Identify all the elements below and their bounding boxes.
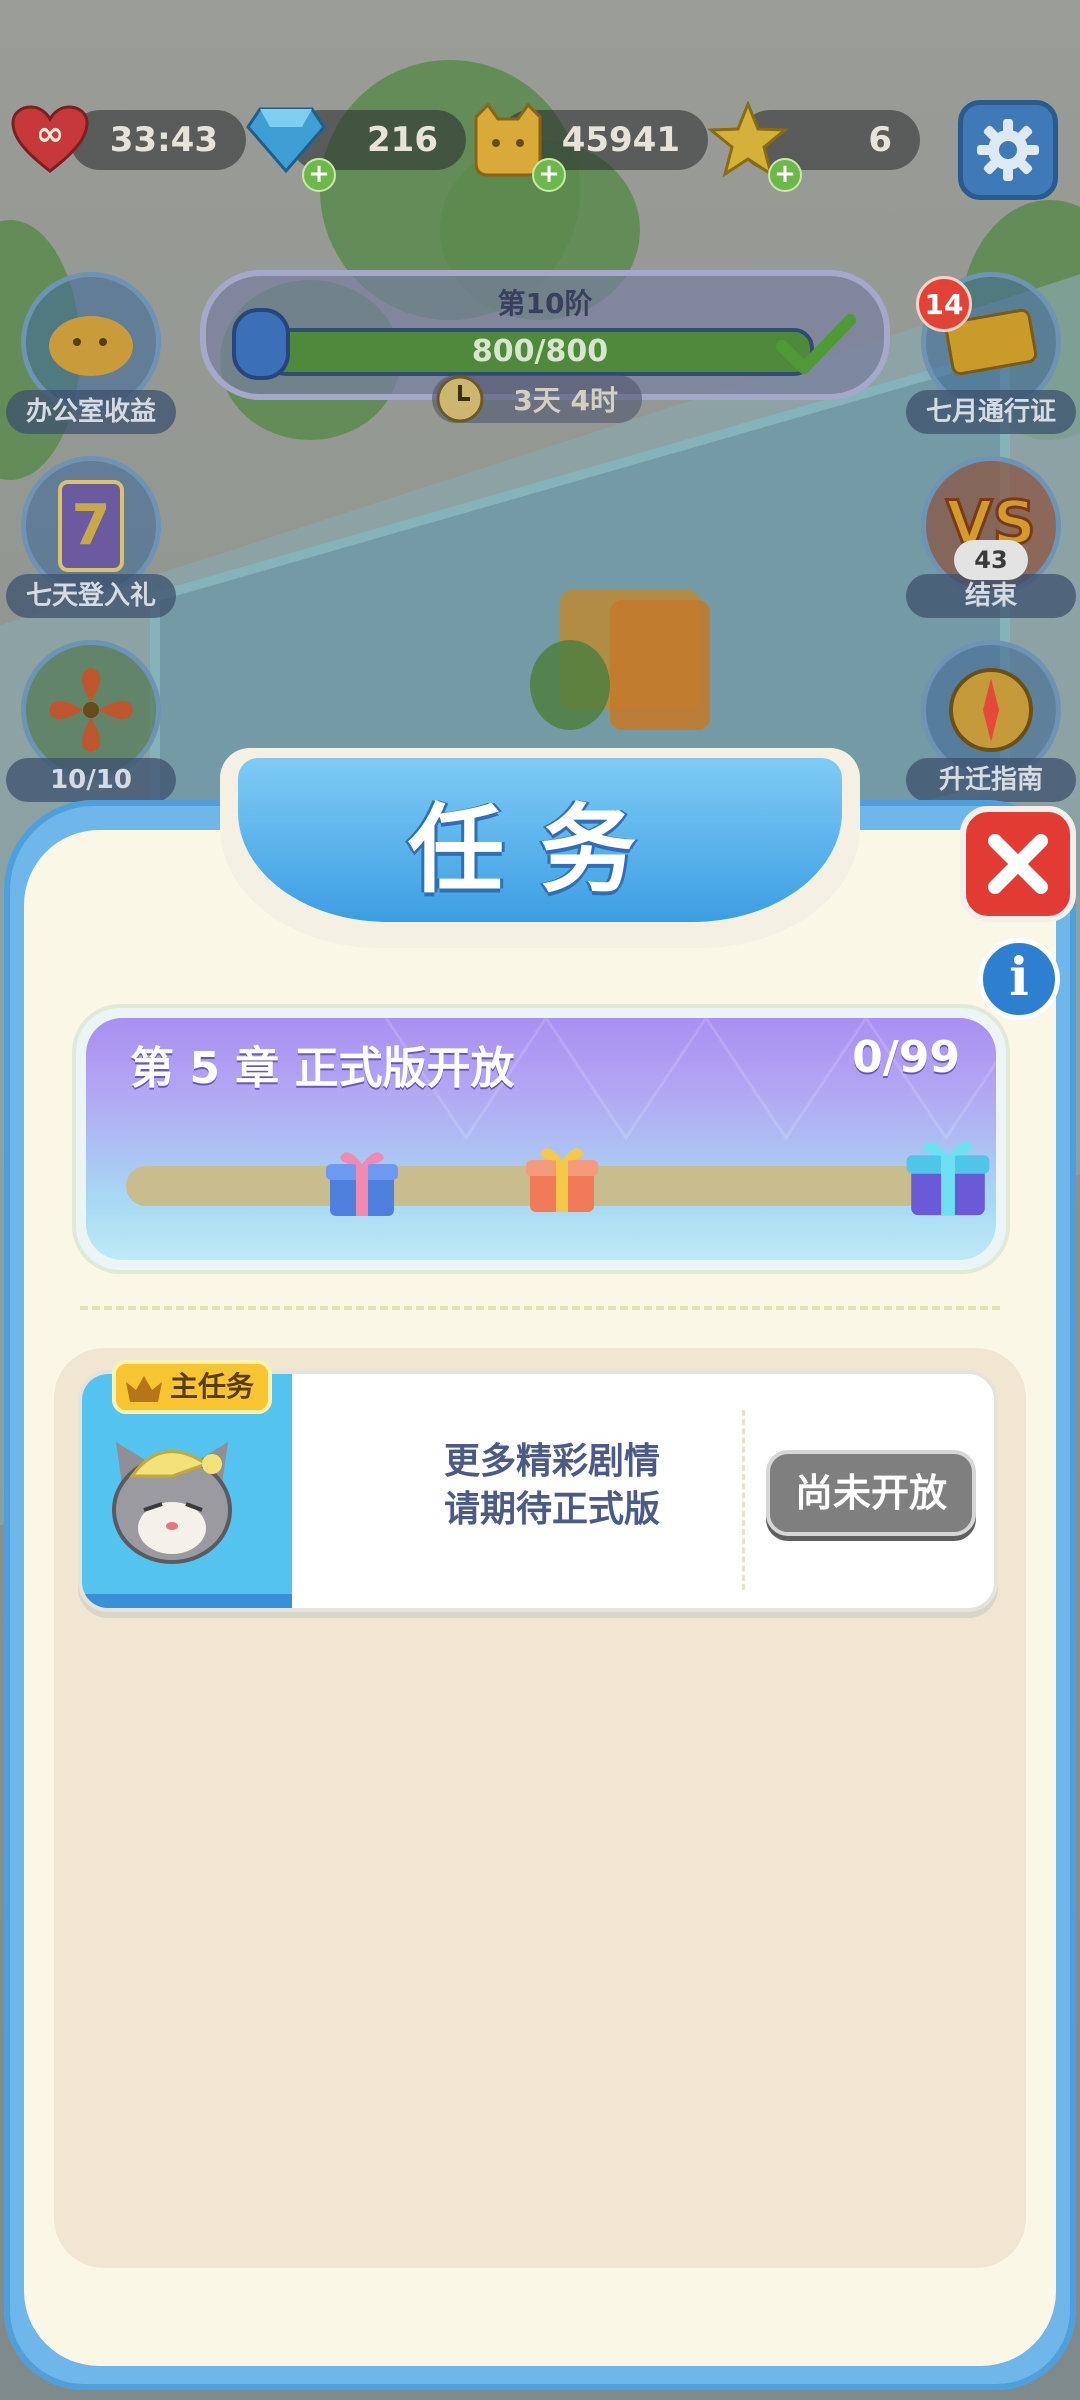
versus-event-button[interactable]: VS 43 结束 [906, 456, 1076, 618]
clock-icon [436, 375, 484, 423]
coins-value: 45941 [561, 120, 680, 160]
stage-timer: 3天 4时 [432, 375, 642, 423]
stars-value: 6 [868, 120, 892, 160]
section-divider [80, 1306, 1000, 1310]
gift-box-orange-icon[interactable] [522, 1138, 602, 1218]
add-stars-button[interactable]: + [768, 158, 802, 192]
gift-box-big-icon[interactable] [902, 1130, 994, 1222]
compass-icon [949, 668, 1033, 752]
fan-counter-label: 10/10 [6, 758, 176, 802]
promotion-guide-label: 升迁指南 [906, 758, 1076, 802]
office-income-button[interactable]: 办公室收益 [6, 272, 176, 434]
add-diamonds-button[interactable]: + [302, 158, 336, 192]
chapter-progress-card: 第 5 章 正式版开放 0/99 [76, 1008, 1006, 1270]
versus-event-label: 结束 [906, 574, 1076, 618]
task-description: 更多精彩剧情 请期待正式版 [362, 1438, 742, 1534]
task-line-2: 请期待正式版 [443, 1489, 660, 1530]
info-icon: i [1009, 947, 1029, 1008]
fan-counter-button[interactable]: 10/10 [6, 640, 176, 802]
lives-value: 33:43 [109, 120, 218, 160]
seven-day-login-button[interactable]: 7 七天登入礼 [6, 456, 176, 618]
piggy-bank-icon [49, 316, 133, 376]
chapter-title: 第 5 章 正式版开放 [130, 1043, 515, 1094]
lucky-card-icon: 7 [58, 480, 124, 572]
main-task-badge-label: 主任务 [170, 1370, 255, 1403]
july-pass-label: 七月通行证 [906, 390, 1076, 434]
office-income-label: 办公室收益 [6, 390, 176, 434]
checkmark-icon [776, 314, 856, 374]
settings-button[interactable] [958, 100, 1058, 200]
heart-icon: ∞ [10, 100, 90, 180]
panel-title: 任务 [408, 794, 672, 906]
gift-box-blue-icon[interactable] [322, 1142, 402, 1222]
stage-progress-bar: 800/800 [266, 328, 814, 376]
not-open-button[interactable]: 尚未开放 [766, 1450, 976, 1536]
july-pass-badge: 14 [916, 276, 972, 332]
versus-count: 43 [954, 540, 1028, 580]
add-coins-button[interactable]: + [532, 158, 566, 192]
svg-text:∞: ∞ [36, 114, 64, 154]
panel-title-banner: 任务 [220, 748, 860, 948]
chapter-count: 0/99 [852, 1032, 960, 1083]
stage-progress-text: 800/800 [471, 334, 609, 369]
diamonds-value: 216 [367, 120, 438, 160]
task-divider [742, 1410, 745, 1590]
cat-avatar-icon [112, 1442, 232, 1564]
info-button[interactable]: i [978, 938, 1060, 1020]
svg-text:7: 7 [72, 493, 111, 558]
fan-icon [49, 668, 133, 752]
stage-icon [232, 308, 290, 380]
lives-counter: 33:43 [70, 110, 246, 170]
gear-icon [977, 119, 1039, 181]
seven-day-login-label: 七天登入礼 [6, 574, 176, 618]
main-task-badge: 主任务 [112, 1360, 272, 1414]
promotion-guide-button[interactable]: 升迁指南 [906, 640, 1076, 802]
stage-timer-text: 3天 4时 [513, 384, 618, 417]
close-button[interactable] [960, 806, 1076, 922]
task-line-1: 更多精彩剧情 [443, 1441, 660, 1482]
crown-icon [126, 1376, 162, 1402]
close-icon [988, 834, 1048, 894]
